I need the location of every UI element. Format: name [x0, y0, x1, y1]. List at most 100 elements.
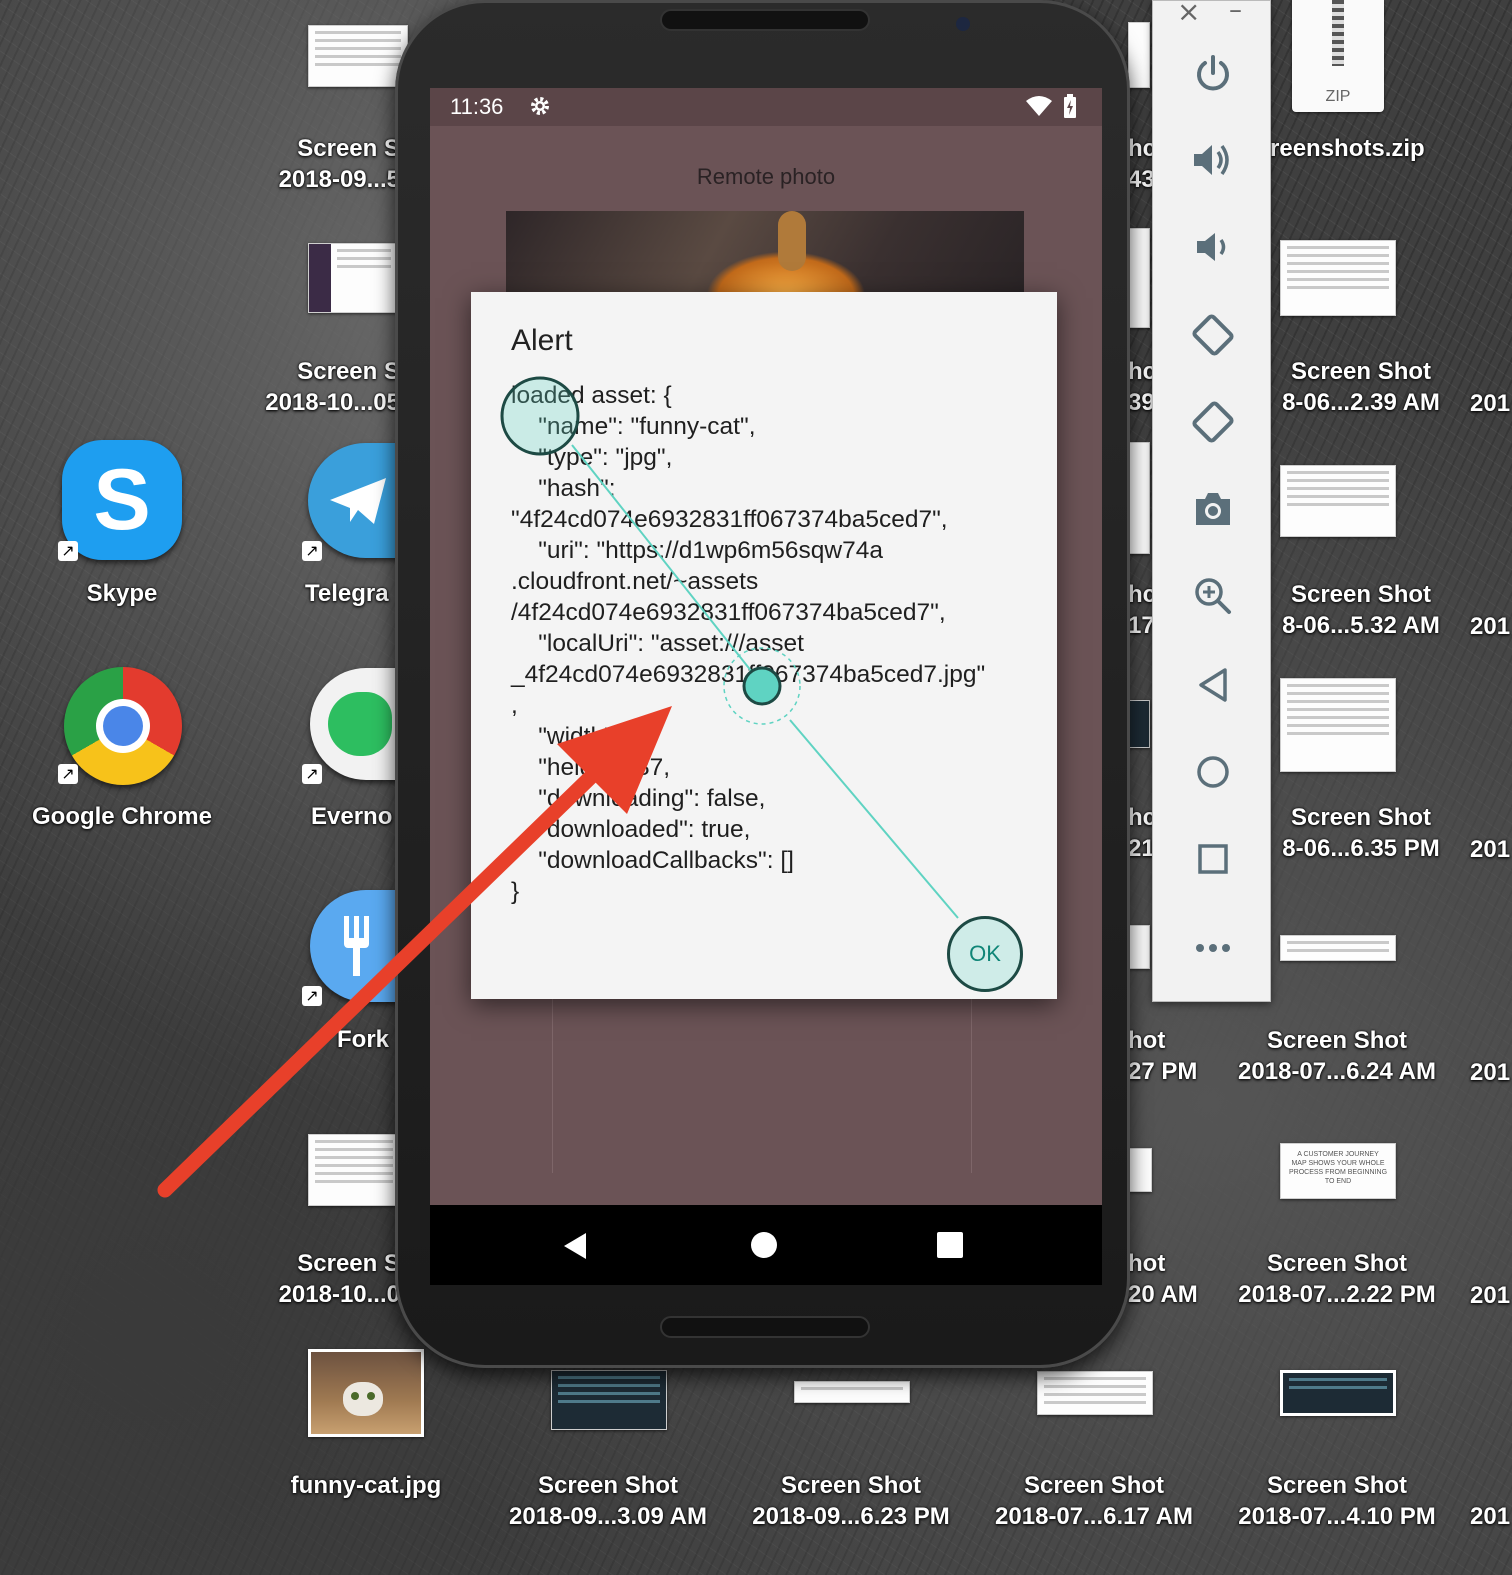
power-icon [1193, 53, 1233, 98]
front-camera [956, 17, 970, 31]
desktop-file-label[interactable]: 201 [1470, 611, 1512, 642]
more-icon [1195, 940, 1231, 958]
desktop-file-thumbnail[interactable] [308, 1134, 400, 1206]
evernote-label[interactable]: Everno [311, 801, 401, 832]
status-time: 11:36 [450, 94, 504, 119]
zip-file-icon[interactable]: ZIP [1292, 0, 1384, 112]
desktop-file-label[interactable]: 201 [1470, 1280, 1512, 1311]
more-button[interactable] [1153, 919, 1272, 979]
desktop-file-label[interactable]: Screen Shot 2018-07...2.22 PM [1222, 1248, 1452, 1310]
desktop-file-thumbnail[interactable] [1128, 700, 1150, 748]
back-button[interactable] [1153, 657, 1272, 717]
wifi-icon [1026, 96, 1052, 122]
desktop-file-label[interactable]: Screen Shot 2018-07...6.17 AM [974, 1470, 1214, 1532]
desktop-file-label[interactable]: Screen Shot 2018-09...3.09 AM [488, 1470, 728, 1532]
desktop-file-thumbnail[interactable] [1037, 1371, 1153, 1415]
desktop-file-label[interactable]: 201 [1470, 1501, 1512, 1532]
desktop-file-label[interactable]: Screen S 2018-10...0 [255, 1248, 400, 1310]
chrome-app-icon[interactable] [64, 667, 182, 785]
dialog-message: loaded asset: { "name": "funny-cat", "ty… [511, 382, 986, 905]
desktop-file-thumbnail[interactable] [1128, 228, 1150, 328]
ok-button[interactable]: OK [947, 916, 1023, 992]
chrome-label[interactable]: Google Chrome [20, 801, 224, 832]
desktop-file-label[interactable]: hc 43 [1128, 133, 1152, 195]
minimize-button[interactable]: – [1229, 0, 1242, 25]
desktop-file-label[interactable]: Screen Shot 8-06...5.32 AM [1266, 579, 1456, 641]
desktop-file-thumbnail[interactable] [1280, 465, 1396, 537]
rotate-right-icon [1190, 399, 1236, 450]
rotate-left-button[interactable] [1153, 307, 1272, 367]
home-button[interactable] [1153, 744, 1272, 804]
volume-down-icon [1195, 229, 1231, 270]
desktop-file-thumbnail[interactable]: A CUSTOMER JOURNEY MAP SHOWS YOUR WHOLE … [1280, 1143, 1396, 1199]
desktop-file-label[interactable]: Screen Shot 2018-07...4.10 PM [1217, 1470, 1457, 1532]
desktop-file-thumbnail[interactable] [1280, 678, 1396, 772]
desktop-file-thumbnail[interactable] [1280, 240, 1396, 316]
battery-icon [1063, 94, 1077, 124]
bottom-speaker [660, 1316, 870, 1338]
dialog-title: Alert [511, 324, 573, 357]
funny-cat-thumbnail[interactable] [308, 1349, 424, 1437]
nav-home-icon[interactable] [751, 1232, 777, 1258]
status-bar: 11:36 [430, 88, 1102, 126]
telegram-label[interactable]: Telegra [305, 578, 397, 609]
back-icon [1197, 667, 1229, 708]
zoom-button[interactable] [1153, 568, 1272, 628]
top-speaker [660, 9, 870, 31]
desktop-file-thumbnail[interactable] [551, 1370, 667, 1430]
desktop-file-label[interactable]: hc 39 [1128, 356, 1152, 418]
alias-arrow-icon: ↗ [58, 764, 78, 784]
volume-up-button[interactable] [1153, 132, 1272, 192]
desktop-file-label[interactable]: Screen S 2018-10...05 [248, 356, 400, 418]
home-icon [1196, 755, 1230, 794]
desktop-file-label[interactable]: Screen S 2018-09...5 [250, 133, 400, 195]
desktop-file-thumbnail[interactable] [1280, 1370, 1396, 1416]
desktop-file-thumbnail[interactable] [1128, 925, 1150, 969]
power-button[interactable] [1153, 45, 1272, 105]
desktop-file-label[interactable]: 201 [1470, 834, 1512, 865]
telegram-app-icon[interactable] [308, 443, 408, 558]
overview-button[interactable] [1153, 831, 1272, 891]
desktop-file-thumbnail[interactable] [1128, 442, 1150, 554]
desktop-file-label[interactable]: hc 21 [1128, 802, 1152, 864]
skype-app-icon[interactable]: S [62, 440, 182, 560]
alias-arrow-icon: ↗ [58, 541, 78, 561]
image-placeholder-frame [552, 998, 972, 1173]
desktop-file-thumbnail[interactable] [1128, 22, 1150, 88]
volume-up-icon [1192, 140, 1234, 185]
ok-button-label: OK [969, 941, 1001, 966]
zip-badge: ZIP [1325, 88, 1351, 105]
android-nav-bar [430, 1205, 1102, 1285]
screen-header: Remote photo [696, 164, 836, 189]
desktop-file-label[interactable]: hot 27 PM [1128, 1025, 1208, 1087]
screenshot-button[interactable] [1153, 481, 1272, 541]
desktop-file-label[interactable]: 201 [1470, 1057, 1512, 1088]
funny-cat-label[interactable]: funny-cat.jpg [276, 1470, 456, 1501]
desktop-file-label[interactable]: hc 17 [1128, 579, 1152, 641]
emulator-toolbar: × – [1152, 0, 1271, 1002]
close-button[interactable]: × [1177, 0, 1200, 28]
desktop-file-thumbnail[interactable] [1280, 935, 1396, 961]
nav-back-icon[interactable] [564, 1233, 588, 1264]
fork-label[interactable]: Fork [337, 1024, 397, 1055]
skype-label[interactable]: Skype [62, 578, 182, 609]
desktop-file-label[interactable]: Screen Shot 8-06...6.35 PM [1266, 802, 1456, 864]
desktop-file-label[interactable]: hot 20 AM [1128, 1248, 1208, 1310]
desktop-file-thumbnail[interactable] [794, 1381, 910, 1403]
zip-file-label[interactable]: reenshots.zip [1270, 133, 1450, 164]
volume-down-button[interactable] [1153, 219, 1272, 279]
rotate-left-icon [1190, 312, 1236, 363]
rotate-right-button[interactable] [1153, 394, 1272, 454]
desktop-file-label[interactable]: 201 [1470, 388, 1512, 419]
alert-dialog: Alert loaded asset: { "name": "funny-cat… [471, 292, 1057, 999]
desktop-file-label[interactable]: Screen Shot 2018-09...6.23 PM [731, 1470, 971, 1532]
alias-arrow-icon: ↗ [302, 986, 322, 1006]
alias-arrow-icon: ↗ [302, 541, 322, 561]
nav-overview-icon[interactable] [937, 1232, 963, 1258]
remote-photo-image [506, 211, 1024, 301]
desktop-file-label[interactable]: Screen Shot 8-06...2.39 AM [1266, 356, 1456, 418]
desktop-file-thumbnail[interactable] [1128, 1148, 1152, 1192]
desktop-file-label[interactable]: Screen Shot 2018-07...6.24 AM [1222, 1025, 1452, 1087]
desktop-file-thumbnail[interactable] [308, 243, 398, 313]
desktop-file-thumbnail[interactable] [308, 25, 408, 87]
